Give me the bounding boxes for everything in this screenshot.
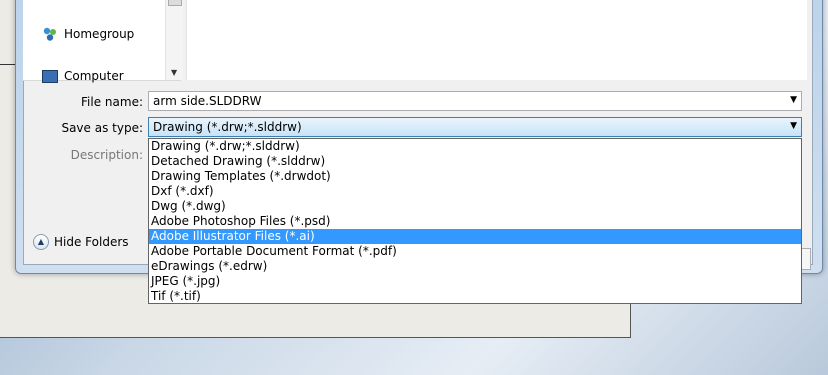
chevron-down-icon[interactable]: ▼	[790, 121, 797, 131]
dropdown-option[interactable]: Dwg (*.dwg)	[149, 199, 801, 214]
dropdown-option[interactable]: Detached Drawing (*.slddrw)	[149, 154, 801, 169]
scrollbar-thumb[interactable]	[168, 0, 182, 6]
save-as-type-label: Save as type:	[61, 121, 143, 135]
dropdown-option[interactable]: Tif (*.tif)	[149, 289, 801, 304]
chevron-down-icon[interactable]: ▼	[790, 95, 797, 105]
save-as-type-dropdown-list[interactable]: Drawing (*.drw;*.slddrw) Detached Drawin…	[148, 138, 802, 304]
chevron-up-icon: ▲	[33, 234, 49, 250]
file-name-value: arm side.SLDDRW	[153, 94, 262, 108]
save-as-type-value: Drawing (*.drw;*.slddrw)	[153, 120, 302, 134]
dropdown-option[interactable]: Drawing (*.drw;*.slddrw)	[149, 139, 801, 154]
nav-item-homegroup[interactable]: Homegroup	[42, 26, 134, 42]
hide-folders-button[interactable]: ▲ Hide Folders	[33, 234, 129, 250]
dropdown-option[interactable]: Dxf (*.dxf)	[149, 184, 801, 199]
file-name-label: File name:	[81, 95, 143, 109]
dropdown-option-highlighted[interactable]: Adobe Illustrator Files (*.ai)	[149, 229, 801, 244]
nav-item-label: Computer	[64, 69, 124, 83]
file-name-field[interactable]: arm side.SLDDRW ▼	[148, 91, 802, 111]
file-list-pane[interactable]	[186, 0, 807, 80]
nav-item-computer[interactable]: Computer	[42, 68, 124, 84]
description-label: Description:	[70, 148, 143, 162]
homegroup-icon	[43, 27, 56, 41]
dropdown-option[interactable]: Adobe Portable Document Format (*.pdf)	[149, 244, 801, 259]
dropdown-option[interactable]: JPEG (*.jpg)	[149, 274, 801, 289]
scroll-down-arrow-icon[interactable]: ▼	[171, 68, 177, 77]
nav-scrollbar[interactable]: ▼	[165, 0, 183, 80]
hide-folders-label: Hide Folders	[54, 235, 129, 249]
nav-item-label: Homegroup	[64, 27, 135, 41]
save-as-type-select[interactable]: Drawing (*.drw;*.slddrw) ▼	[148, 117, 802, 137]
computer-icon	[42, 69, 58, 83]
dropdown-option[interactable]: eDrawings (*.edrw)	[149, 259, 801, 274]
dropdown-option[interactable]: Adobe Photoshop Files (*.psd)	[149, 214, 801, 229]
dropdown-option[interactable]: Drawing Templates (*.drwdot)	[149, 169, 801, 184]
